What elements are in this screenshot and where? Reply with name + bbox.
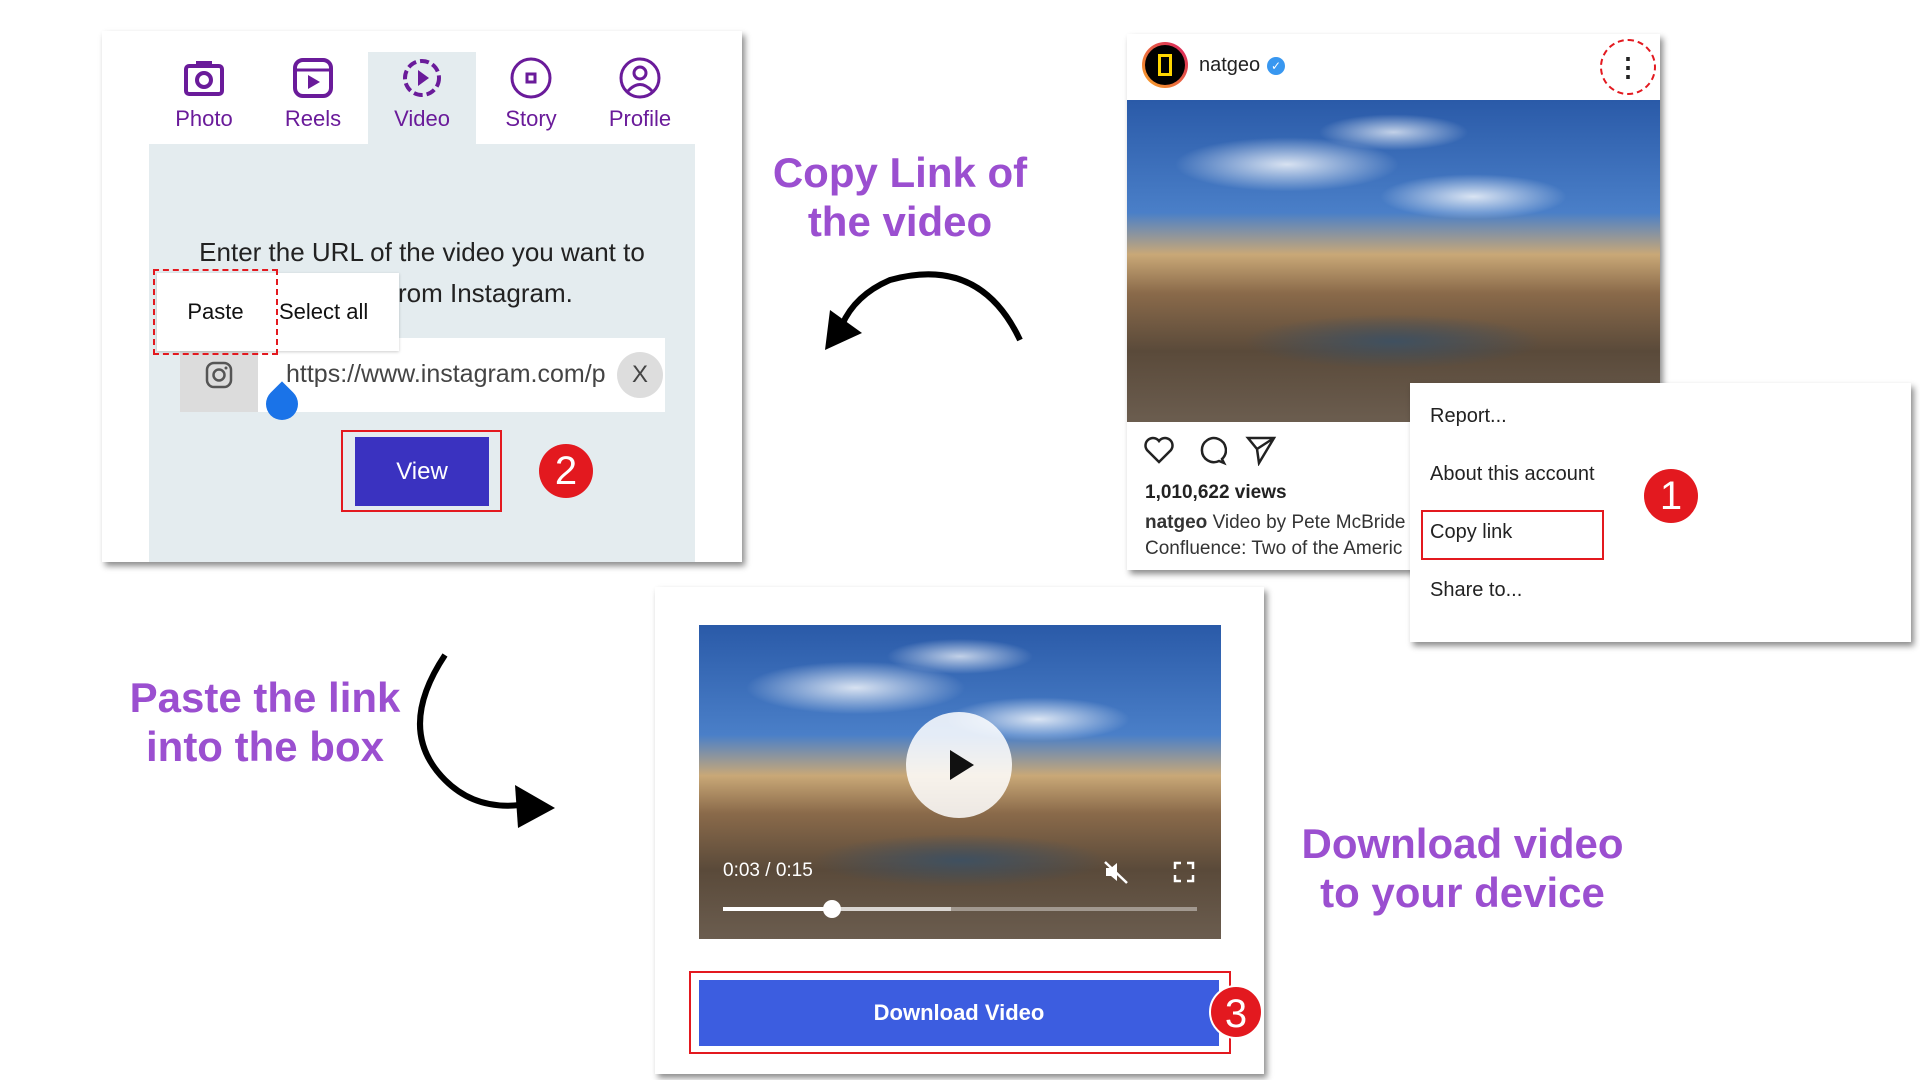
reels-icon — [293, 58, 333, 98]
like-icon[interactable] — [1143, 434, 1175, 466]
tab-label: Profile — [608, 106, 672, 131]
caption-line-2: Confluence: Two of the Americ — [1145, 538, 1403, 559]
username[interactable]: natgeo — [1199, 54, 1260, 77]
avatar[interactable] — [1142, 42, 1188, 88]
note-line: the video — [807, 198, 993, 245]
progress-fill — [723, 907, 833, 911]
menu-item-share-to[interactable]: Share to... — [1430, 579, 1522, 602]
camera-icon — [184, 61, 224, 96]
player-panel: 0:03 / 0:15 Download Video 3 — [655, 587, 1264, 1074]
url-input[interactable]: https://www.instagram.com/p — [286, 360, 616, 389]
select-all-menu-item[interactable]: Select all — [279, 273, 368, 351]
fullscreen-icon[interactable] — [1173, 861, 1195, 883]
menu-item-about-account[interactable]: About this account — [1430, 463, 1595, 486]
context-menu: Paste Select all — [153, 269, 399, 355]
story-icon — [510, 57, 552, 99]
copy-link-note: Copy Link of the video — [740, 148, 1060, 246]
tab-profile[interactable]: Profile — [586, 52, 694, 144]
play-icon — [950, 750, 974, 780]
step-badge-2: 2 — [539, 444, 593, 498]
verified-badge-icon: ✓ — [1267, 57, 1285, 75]
paste-note: Paste the link into the box — [110, 673, 420, 771]
download-video-button[interactable]: Download Video — [699, 980, 1219, 1046]
view-button[interactable]: View — [355, 437, 489, 506]
caption: natgeo Video by Pete McBride — [1145, 512, 1406, 534]
post-options-menu: Report... About this account Copy link S… — [1410, 383, 1911, 642]
download-note: Download video to your device — [1290, 819, 1635, 917]
tab-reels[interactable]: Reels — [259, 52, 367, 144]
share-icon[interactable] — [1245, 434, 1277, 466]
paste-menu-item[interactable]: Paste — [153, 269, 278, 355]
play-button[interactable] — [906, 712, 1012, 818]
note-line: Copy Link of — [772, 149, 1028, 196]
tab-label: Photo — [175, 106, 233, 131]
caption-user[interactable]: natgeo — [1145, 512, 1207, 533]
note-line: to your device — [1320, 869, 1605, 916]
step-badge-1: 1 — [1644, 469, 1698, 523]
downloader-panel: Photo Reels Video Story Profile Enter th… — [102, 31, 742, 562]
comment-icon[interactable] — [1195, 434, 1227, 466]
tab-video[interactable]: Video — [368, 52, 476, 144]
curved-arrow-left-icon — [825, 271, 1023, 350]
tab-story[interactable]: Story — [477, 52, 585, 144]
note-line: into the box — [146, 723, 384, 770]
progress-handle[interactable] — [823, 900, 842, 918]
tab-label: Story — [505, 106, 557, 131]
more-options-button[interactable]: ⋮ — [1600, 39, 1656, 95]
step-badge-3: 3 — [1209, 985, 1263, 1039]
caption-text: Video by Pete McBride — [1212, 512, 1406, 533]
video-player[interactable]: 0:03 / 0:15 — [699, 625, 1221, 939]
tab-label: Video — [394, 106, 450, 131]
note-line: Paste the link — [129, 674, 401, 721]
muted-icon[interactable] — [1103, 859, 1129, 885]
instruction-line-2: rom Instagram. — [398, 278, 573, 308]
clear-button[interactable]: X — [617, 352, 663, 398]
progress-track[interactable] — [723, 900, 1197, 918]
tab-label: Reels — [284, 106, 342, 131]
menu-item-report[interactable]: Report... — [1430, 405, 1507, 428]
time-display: 0:03 / 0:15 — [723, 860, 813, 881]
views-count: 1,010,622 views — [1145, 482, 1287, 503]
tab-photo[interactable]: Photo — [150, 52, 258, 144]
post-video-thumbnail[interactable] — [1127, 100, 1660, 422]
menu-item-copy-link[interactable]: Copy link — [1430, 521, 1512, 544]
note-line: Download video — [1301, 820, 1624, 867]
profile-icon — [619, 57, 661, 99]
instruction-line-1: Enter the URL of the video you want to — [199, 237, 645, 267]
video-play-icon — [403, 59, 441, 97]
curved-arrow-down-icon — [417, 653, 555, 828]
